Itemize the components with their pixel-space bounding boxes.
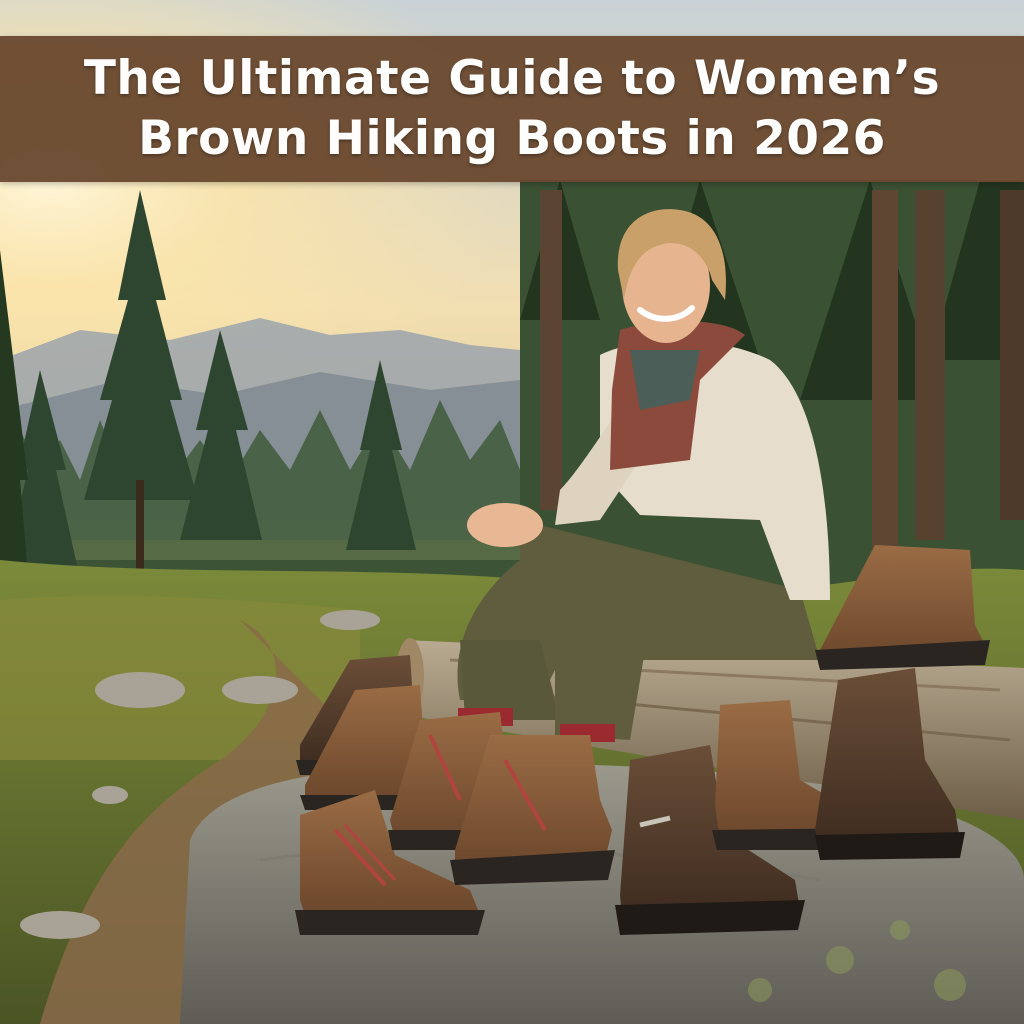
- title-banner: The Ultimate Guide to Women’s Brown Hiki…: [0, 36, 1024, 182]
- title-line-2: Brown Hiking Boots in 2026: [138, 111, 886, 166]
- title-line-1: The Ultimate Guide to Women’s: [83, 51, 941, 106]
- hero-image: The Ultimate Guide to Women’s Brown Hiki…: [0, 0, 1024, 1024]
